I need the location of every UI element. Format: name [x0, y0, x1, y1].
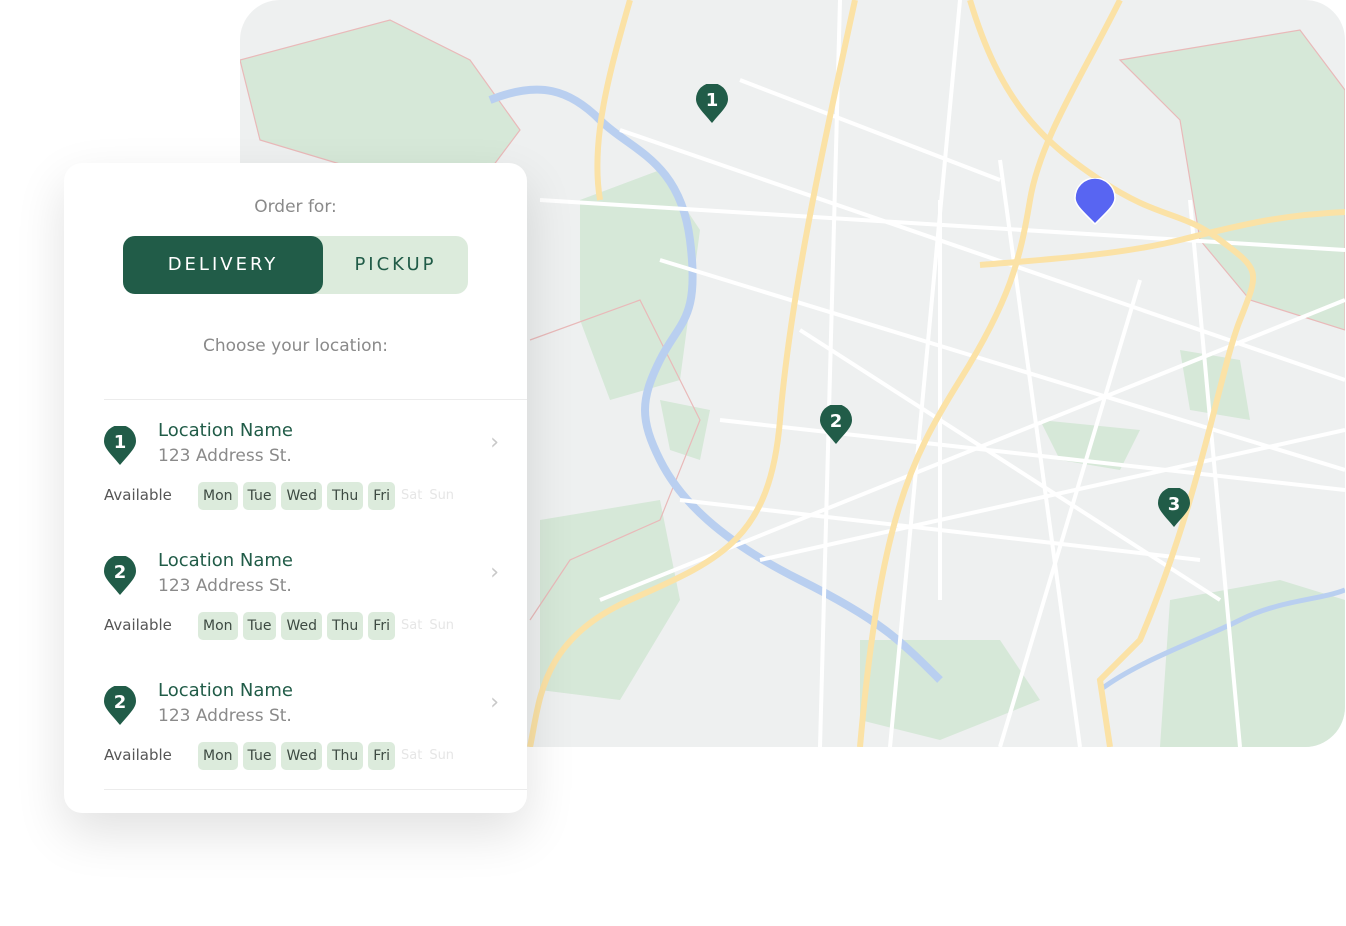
map-marker-label: 1: [706, 90, 719, 111]
location-address: 123 Address St.: [158, 576, 292, 596]
delivery-button[interactable]: DELIVERY: [123, 236, 323, 294]
chevron-right-icon[interactable]: ›: [490, 560, 499, 585]
day-chip: Fri: [368, 482, 395, 510]
day-chip: Wed: [281, 612, 322, 640]
day-chip: Tue: [242, 742, 277, 770]
map-marker-2[interactable]: 2: [820, 405, 852, 445]
day-unavailable: Sun: [429, 748, 455, 763]
location-number-pin-icon: 2: [104, 555, 136, 596]
day-unavailable: Sat: [400, 618, 423, 633]
map-marker-label: 2: [830, 411, 843, 432]
day-chip: Wed: [281, 742, 322, 770]
location-number-pin-icon: 2: [104, 685, 136, 726]
available-label: Available: [104, 746, 172, 764]
location-list-item[interactable]: 2 Location Name 123 Address St. › Availa…: [104, 660, 527, 790]
location-picker-card: Order for: PICKUP DELIVERY Choose your l…: [64, 163, 527, 813]
chevron-right-icon[interactable]: ›: [490, 690, 499, 715]
location-name: Location Name: [158, 550, 293, 571]
location-number: 2: [114, 692, 127, 713]
day-chip: Thu: [326, 742, 364, 770]
choose-location-label: Choose your location:: [203, 336, 388, 356]
day-unavailable: Sat: [400, 488, 423, 503]
day-chip: Fri: [368, 612, 395, 640]
map-marker-1[interactable]: 1: [696, 84, 728, 124]
location-list-item[interactable]: 1 Location Name 123 Address St. › Availa…: [104, 400, 527, 530]
location-pin-icon[interactable]: [1074, 178, 1116, 226]
day-unavailable: Sat: [400, 748, 423, 763]
day-chip: Tue: [242, 612, 277, 640]
map-marker-3[interactable]: 3: [1158, 488, 1190, 528]
day-unavailable: Sun: [429, 618, 455, 633]
order-type-toggle: PICKUP DELIVERY: [123, 236, 468, 294]
location-name: Location Name: [158, 680, 293, 701]
day-chip: Thu: [326, 612, 364, 640]
location-name: Location Name: [158, 420, 293, 441]
available-label: Available: [104, 486, 172, 504]
day-chip: Fri: [368, 742, 395, 770]
chevron-right-icon[interactable]: ›: [490, 430, 499, 455]
day-unavailable: Sun: [429, 488, 455, 503]
available-days: Mon Tue Wed Thu Fri Sat Sun: [198, 742, 455, 770]
day-chip: Wed: [281, 482, 322, 510]
location-number: 2: [114, 562, 127, 583]
day-chip: Mon: [198, 612, 238, 640]
available-days: Mon Tue Wed Thu Fri Sat Sun: [198, 612, 455, 640]
location-address: 123 Address St.: [158, 446, 292, 466]
location-address: 123 Address St.: [158, 706, 292, 726]
location-number: 1: [114, 432, 127, 453]
day-chip: Thu: [326, 482, 364, 510]
day-chip: Mon: [198, 482, 238, 510]
divider: [104, 789, 527, 790]
day-chip: Tue: [242, 482, 277, 510]
order-for-label: Order for:: [254, 197, 337, 217]
available-label: Available: [104, 616, 172, 634]
map-marker-label: 3: [1168, 494, 1181, 515]
available-days: Mon Tue Wed Thu Fri Sat Sun: [198, 482, 455, 510]
location-number-pin-icon: 1: [104, 425, 136, 466]
pickup-button[interactable]: PICKUP: [323, 236, 468, 294]
day-chip: Mon: [198, 742, 238, 770]
location-list-item[interactable]: 2 Location Name 123 Address St. › Availa…: [104, 530, 527, 660]
